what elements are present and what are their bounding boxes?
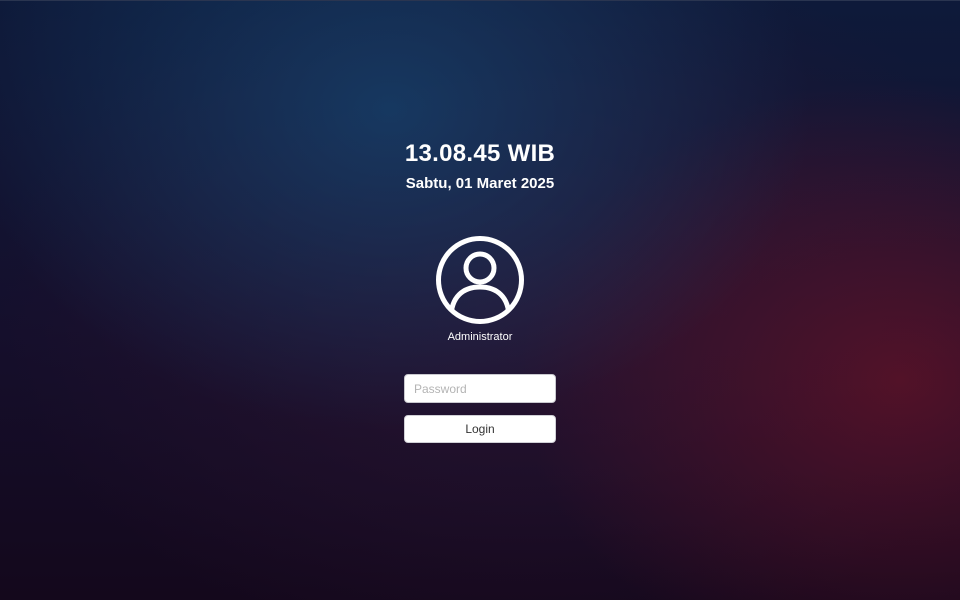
login-button[interactable]: Login bbox=[404, 415, 556, 443]
password-input[interactable] bbox=[404, 374, 556, 403]
username-label: Administrator bbox=[447, 331, 513, 343]
user-circle-icon bbox=[436, 236, 524, 324]
clock-time: 13.08.45 WIB bbox=[404, 140, 556, 167]
clock-date: Sabtu, 01 Maret 2025 bbox=[405, 175, 555, 192]
login-screen: 13.08.45 WIB Sabtu, 01 Maret 2025 Admini… bbox=[0, 0, 960, 600]
